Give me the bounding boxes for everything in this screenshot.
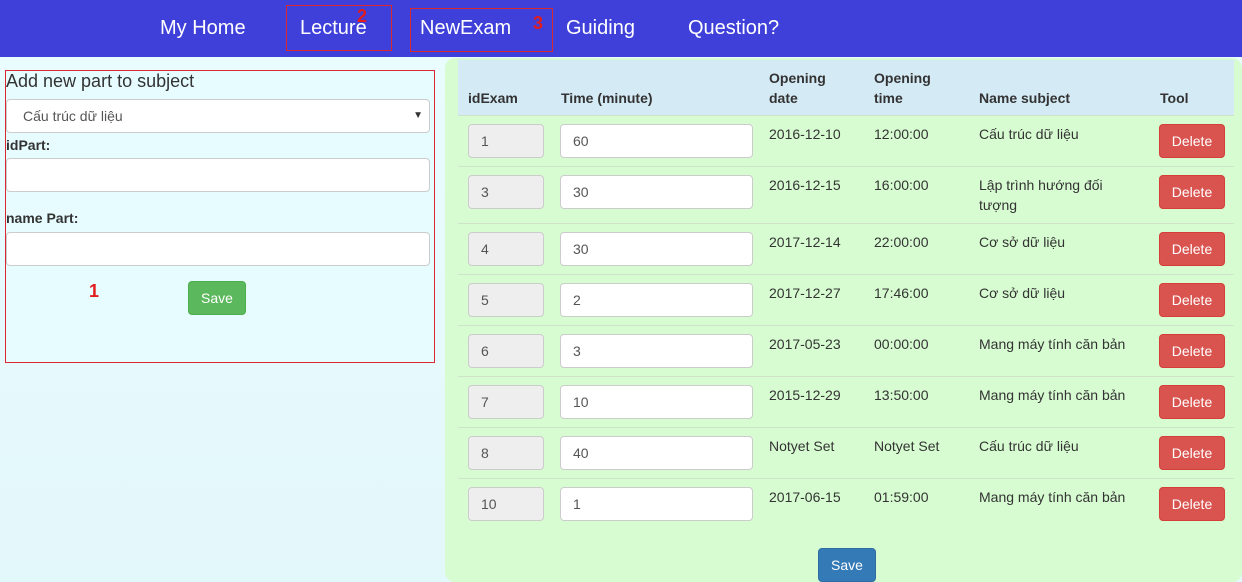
save-exams-button[interactable]: Save [818,548,876,582]
table-header: idExam Time (minute) Opening date Openin… [458,60,1234,116]
opening-date: 2017-06-15 [769,489,841,505]
exam-time-input[interactable]: 3 [560,334,753,368]
header-opening-date-line2: date [769,90,798,106]
subject-name: Mang máy tính căn bản [979,489,1126,505]
exam-id-field: 8 [468,436,544,470]
table-row: 5 2 2017-12-27 17:46:00 Cơ sở dữ liệu De… [458,274,1234,325]
opening-time: 12:00:00 [874,126,929,142]
header-opening-date-line1: Opening [769,70,826,86]
save-part-button[interactable]: Save [188,281,246,315]
subject-name-line2: tượng [979,197,1018,213]
table-row: 4 30 2017-12-14 22:00:00 Cơ sở dữ liệu D… [458,223,1234,274]
exam-time-input[interactable]: 10 [560,385,753,419]
header-time: Time (minute) [561,90,653,106]
chevron-down-icon: ▼ [413,110,423,121]
opening-time: 00:00:00 [874,336,929,352]
delete-button[interactable]: Delete [1159,283,1225,317]
exam-id-field: 3 [468,175,544,209]
subject-name: Cấu trúc dữ liệu [979,126,1079,142]
opening-date: 2017-05-23 [769,336,841,352]
table-row: 7 10 2015-12-29 13:50:00 Mang máy tính c… [458,376,1234,427]
subject-name: Cơ sở dữ liệu [979,285,1066,301]
opening-date: 2017-12-27 [769,285,841,301]
opening-time: 01:59:00 [874,489,929,505]
exam-id-field: 5 [468,283,544,317]
header-opening-time-line1: Opening [874,70,931,86]
table-row: 6 3 2017-05-23 00:00:00 Mang máy tính că… [458,325,1234,376]
delete-button[interactable]: Delete [1159,124,1225,158]
subject-name: Mang máy tính căn bản [979,336,1126,352]
id-part-input[interactable] [6,158,430,192]
opening-date: Notyet Set [769,438,835,454]
exam-id-field: 7 [468,385,544,419]
name-part-input[interactable] [6,232,430,266]
delete-button[interactable]: Delete [1159,436,1225,470]
exam-time-input[interactable]: 60 [560,124,753,158]
subject-select[interactable]: Cấu trúc dữ liệu ▼ [6,99,430,133]
exam-time-input[interactable]: 30 [560,175,753,209]
exam-id-field: 4 [468,232,544,266]
opening-time: 17:46:00 [874,285,929,301]
subject-name: Cơ sở dữ liệu [979,234,1066,250]
opening-time: 16:00:00 [874,177,929,193]
exam-id-field: 6 [468,334,544,368]
exam-time-input[interactable]: 2 [560,283,753,317]
opening-time: 22:00:00 [874,234,929,250]
table-row: 1 60 2016-12-10 12:00:00 Cấu trúc dữ liệ… [458,115,1234,166]
exam-time-input[interactable]: 30 [560,232,753,266]
opening-date: 2017-12-14 [769,234,841,250]
opening-date: 2016-12-15 [769,177,841,193]
opening-date: 2015-12-29 [769,387,841,403]
exam-table-panel: idExam Time (minute) Opening date Openin… [445,58,1242,582]
name-part-label: name Part: [6,210,79,226]
header-id-exam: idExam [468,90,518,106]
opening-time: Notyet Set [874,438,940,454]
nav-my-home[interactable]: My Home [160,0,246,57]
subject-name: Mang máy tính căn bản [979,387,1126,403]
annotation-box-lecture [286,5,392,51]
delete-button[interactable]: Delete [1159,232,1225,266]
delete-button[interactable]: Delete [1159,487,1225,521]
id-part-label: idPart: [6,137,51,153]
nav-question[interactable]: Question? [688,0,779,57]
annotation-box-newexam [410,8,553,52]
delete-button[interactable]: Delete [1159,175,1225,209]
exam-time-input[interactable]: 1 [560,487,753,521]
header-name-subject: Name subject [979,90,1071,106]
header-opening-time-line2: time [874,90,903,106]
opening-date: 2016-12-10 [769,126,841,142]
delete-button[interactable]: Delete [1159,385,1225,419]
opening-time: 13:50:00 [874,387,929,403]
annotation-number-3: 3 [533,13,544,33]
header-tool: Tool [1160,90,1189,106]
nav-guiding[interactable]: Guiding [566,0,635,57]
annotation-number-2: 2 [357,6,368,26]
exam-id-field: 1 [468,124,544,158]
table-row: 8 40 Notyet Set Notyet Set Cấu trúc dữ l… [458,427,1234,478]
add-part-title: Add new part to subject [6,71,195,91]
delete-button[interactable]: Delete [1159,334,1225,368]
table-row: 3 30 2016-12-15 16:00:00 Lập trình hướng… [458,166,1234,223]
subject-name: Lập trình hướng đối [979,177,1103,193]
top-navbar: My Home Lecture NewExam Guiding Question… [0,0,1242,57]
exam-id-field: 10 [468,487,544,521]
annotation-number-1: 1 [89,281,100,301]
subject-name: Cấu trúc dữ liệu [979,438,1079,454]
add-part-panel: Add new part to subject Cấu trúc dữ liệu… [5,70,435,363]
subject-select-value: Cấu trúc dữ liệu [23,108,123,124]
table-row: 10 1 2017-06-15 01:59:00 Mang máy tính c… [458,478,1234,529]
exam-time-input[interactable]: 40 [560,436,753,470]
